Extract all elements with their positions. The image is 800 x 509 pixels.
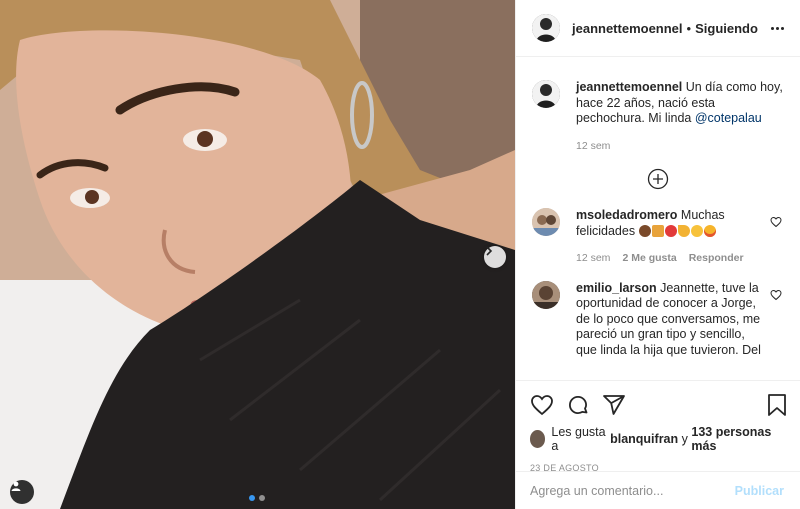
caption: jeannettemoennel Un día como hoy, hace 2… bbox=[532, 80, 784, 154]
more-options-button[interactable] bbox=[771, 26, 784, 30]
likes-summary: Les gusta a blanquifran y 133 personas m… bbox=[516, 421, 800, 453]
comment-composer: Publicar bbox=[516, 471, 800, 509]
carousel-dot-1 bbox=[249, 495, 255, 501]
comment-time[interactable]: 12 sem bbox=[576, 251, 610, 267]
comment-reply-button[interactable]: Responder bbox=[689, 251, 744, 267]
share-icon[interactable] bbox=[602, 393, 626, 417]
balloon-emoji bbox=[664, 224, 677, 237]
caption-avatar[interactable] bbox=[532, 80, 560, 108]
post-comment-button[interactable]: Publicar bbox=[735, 484, 784, 498]
add-circle-icon bbox=[647, 168, 669, 190]
comment-like-heart-icon[interactable] bbox=[770, 216, 782, 228]
blush-emoji bbox=[690, 224, 703, 237]
comment-icon[interactable] bbox=[566, 393, 590, 417]
comment-username[interactable]: emilio_larson bbox=[576, 281, 657, 295]
chevron-right-icon bbox=[486, 246, 493, 256]
liker-username[interactable]: blanquifran bbox=[610, 432, 678, 446]
carousel-dot-2 bbox=[259, 495, 265, 501]
likes-prefix: Les gusta a bbox=[551, 425, 606, 453]
avatar-image bbox=[532, 14, 560, 42]
comment-likes[interactable]: 2 Me gusta bbox=[622, 251, 676, 267]
carousel-next-button[interactable] bbox=[484, 246, 506, 268]
photo-illustration bbox=[0, 0, 515, 509]
cake-emoji bbox=[638, 224, 651, 237]
load-more-comments-button[interactable] bbox=[532, 168, 784, 190]
avatar-image bbox=[532, 80, 560, 108]
carousel-indicator bbox=[249, 495, 265, 501]
header-separator: • bbox=[686, 20, 692, 36]
user-tag-button[interactable] bbox=[10, 480, 34, 504]
avatar-image bbox=[532, 208, 560, 236]
post-actions-section: Les gusta a blanquifran y 133 personas m… bbox=[516, 380, 800, 473]
likes-others[interactable]: 133 personas más bbox=[691, 425, 784, 453]
commenter-avatar[interactable] bbox=[532, 208, 560, 236]
comment-input[interactable] bbox=[530, 483, 735, 498]
caption-time[interactable]: 12 sem bbox=[576, 139, 610, 155]
comment-username[interactable]: msoledadromero bbox=[576, 208, 677, 222]
more-icon bbox=[771, 26, 774, 30]
avatar-image bbox=[532, 280, 560, 309]
author-avatar[interactable] bbox=[532, 14, 560, 42]
follow-status-button[interactable]: Siguiendo bbox=[695, 21, 758, 36]
likes-middle: y bbox=[681, 432, 688, 446]
post-photo[interactable] bbox=[0, 0, 515, 509]
comment-like-heart-icon[interactable] bbox=[770, 289, 782, 301]
gift-emoji bbox=[651, 224, 664, 237]
caption-mention[interactable]: @cotepalau bbox=[695, 111, 762, 125]
bookmark-icon[interactable] bbox=[766, 393, 788, 417]
post-header: jeannettemoennel • Siguiendo bbox=[516, 0, 800, 57]
party-popper-emoji bbox=[677, 224, 690, 237]
star-struck-emoji bbox=[703, 224, 716, 237]
post-date[interactable]: 23 DE AGOSTO bbox=[516, 453, 800, 473]
commenter-avatar[interactable] bbox=[532, 280, 560, 309]
comment-item: msoledadromero Muchas felicidades 12 sem… bbox=[532, 208, 784, 267]
heart-icon[interactable] bbox=[530, 393, 554, 417]
action-bar bbox=[516, 381, 800, 421]
comments-list[interactable]: jeannettemoennel Un día como hoy, hace 2… bbox=[516, 58, 800, 380]
post-side-panel: jeannettemoennel • Siguiendo jeannettemo… bbox=[515, 0, 800, 509]
author-username[interactable]: jeannettemoennel bbox=[572, 21, 683, 36]
comment-item: emilio_larson Jeannette, tuve la oportun… bbox=[532, 280, 784, 359]
caption-username[interactable]: jeannettemoennel bbox=[576, 80, 682, 94]
user-tag-icon bbox=[11, 481, 21, 491]
liker-avatar[interactable] bbox=[530, 430, 546, 448]
